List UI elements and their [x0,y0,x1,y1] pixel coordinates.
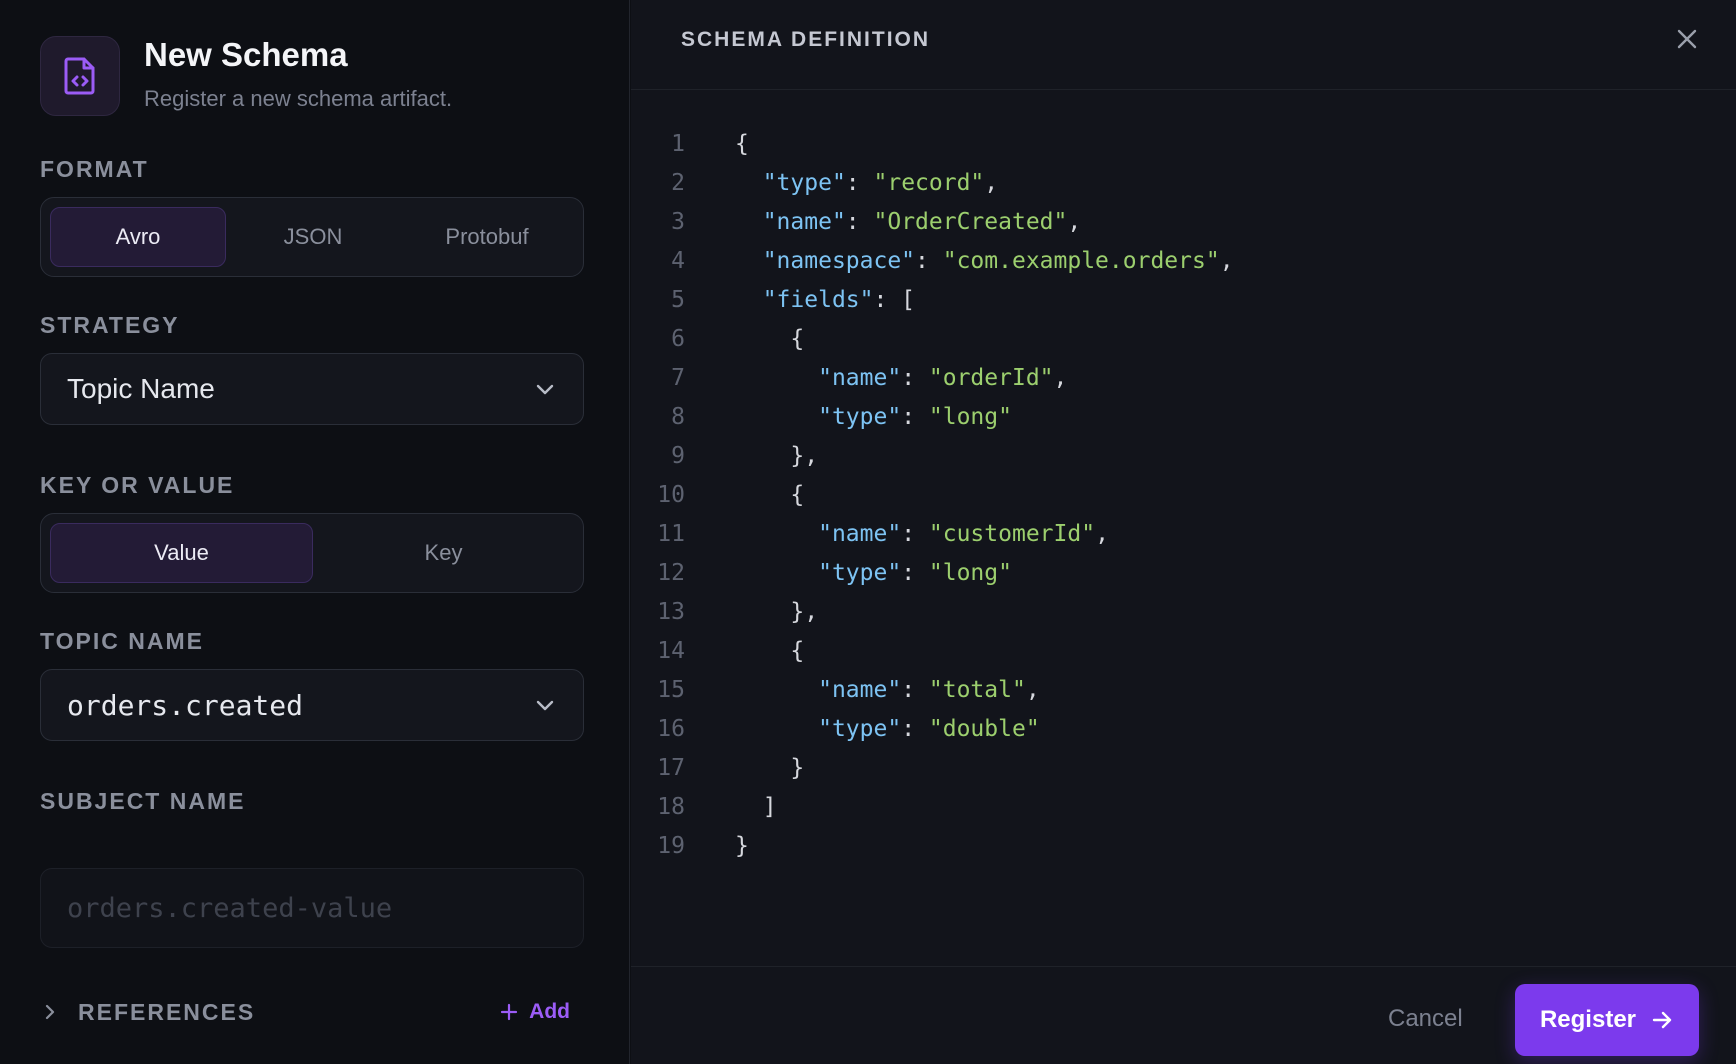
code-text: } [735,754,805,781]
format-label: FORMAT [40,156,149,182]
key-or-value-option-value[interactable]: Value [50,523,313,583]
code-line: 12 "type": "long" [631,553,1736,592]
code-line: 17 } [631,748,1736,787]
format-option-json[interactable]: JSON [226,207,400,267]
code-line: 10 { [631,475,1736,514]
chevron-down-icon [536,700,554,711]
code-text: "fields": [ [762,286,916,313]
code-line: 8 "type": "long" [631,397,1736,436]
subject-name-label: SUBJECT NAME [40,788,246,814]
code-line: 4 "namespace": "com.example.orders", [631,241,1736,280]
code-text: "namespace": "com.example.orders", [762,247,1234,274]
code-line: 2 "type": "record", [631,163,1736,202]
code-line: 6 { [631,319,1736,358]
page-title: New Schema [144,36,348,73]
line-number: 17 [657,754,685,781]
line-number: 9 [671,442,685,469]
code-text: { [735,325,805,352]
code-text: "name": "orderId", [818,364,1068,391]
line-number: 12 [657,559,685,586]
strategy-label: STRATEGY [40,312,180,338]
topic-name-label: TOPIC NAME [40,628,204,654]
register-label: Register [1539,1006,1637,1033]
add-reference-button[interactable]: Add [499,1000,570,1024]
code-text: { [735,481,805,508]
code-text: "type": "long" [818,403,1012,430]
code-line: 9 }, [631,436,1736,475]
code-text: { [735,637,805,664]
key-or-value-label: KEY OR VALUE [40,472,235,498]
line-number: 15 [657,676,685,703]
arrow-right-icon [1652,1011,1672,1029]
references-section: REFERENCES Add [40,992,584,1032]
line-number: 6 [671,325,685,352]
line-number: 4 [671,247,685,274]
editor-header: SCHEMA DEFINITION [631,0,1736,90]
key-or-value-segmented-control: Value Key [40,513,584,593]
cancel-button[interactable]: Cancel [1388,1005,1463,1033]
code-text: }, [735,442,819,469]
line-number: 3 [671,208,685,235]
line-number: 2 [671,169,685,196]
code-line: 3 "name": "OrderCreated", [631,202,1736,241]
code-text: } [735,832,749,859]
line-number: 18 [657,793,685,820]
line-number: 10 [657,481,685,508]
code-editor[interactable]: 1{2 "type": "record", 3 "name": "OrderCre… [631,124,1736,865]
register-button[interactable]: Register [1515,984,1699,1056]
code-text: "name": "OrderCreated", [762,208,1082,235]
format-option-avro[interactable]: Avro [50,207,226,267]
schema-editor-panel: SCHEMA DEFINITION 1{2 "type": "record", 3… [631,0,1736,1064]
code-line: 16 "type": "double" [631,709,1736,748]
code-text: }, [735,598,819,625]
code-line: 13 }, [631,592,1736,631]
code-text: { [735,130,749,157]
file-code-icon [40,36,120,116]
code-line: 7 "name": "orderId", [631,358,1736,397]
format-segmented-control: Avro JSON Protobuf [40,197,584,277]
line-number: 7 [671,364,685,391]
code-line: 14 { [631,631,1736,670]
page-subtitle: Register a new schema artifact. [144,86,453,111]
format-option-protobuf[interactable]: Protobuf [400,207,574,267]
plus-icon [501,1003,518,1021]
code-line: 11 "name": "customerId", [631,514,1736,553]
code-line: 15 "name": "total", [631,670,1736,709]
line-number: 16 [657,715,685,742]
code-text: "name": "customerId", [818,520,1109,547]
line-number: 1 [671,130,685,157]
line-number: 19 [657,832,685,859]
references-label: REFERENCES [78,998,256,1025]
code-line: 1{ [631,124,1736,163]
subject-name-field [40,868,584,948]
code-text: "name": "total", [818,676,1040,703]
code-text: "type": "long" [818,559,1012,586]
close-icon[interactable] [1672,24,1702,54]
code-line: 19} [631,826,1736,865]
add-reference-label: Add [529,1000,570,1023]
line-number: 11 [657,520,685,547]
code-text: "type": "double" [818,715,1040,742]
key-or-value-option-key[interactable]: Key [313,523,574,583]
line-number: 13 [657,598,685,625]
editor-title: SCHEMA DEFINITION [681,28,931,51]
code-line: 18 ] [631,787,1736,826]
topic-name-value: orders.created [67,688,304,722]
schema-form-panel: New Schema Register a new schema artifac… [0,0,630,1064]
line-number: 5 [671,286,685,313]
topic-name-select[interactable]: orders.created [40,669,584,741]
line-number: 8 [671,403,685,430]
subject-name-input[interactable] [67,892,557,924]
code-line: 5 "fields": [ [631,280,1736,319]
editor-footer: Cancel Register [631,966,1736,1064]
line-number: 14 [657,637,685,664]
code-text: ] [735,793,777,820]
strategy-select[interactable]: Topic Name [40,353,584,425]
strategy-value: Topic Name [67,373,215,404]
code-text: "type": "record", [762,169,999,196]
chevron-right-icon[interactable] [40,1002,60,1022]
chevron-down-icon [536,384,554,395]
